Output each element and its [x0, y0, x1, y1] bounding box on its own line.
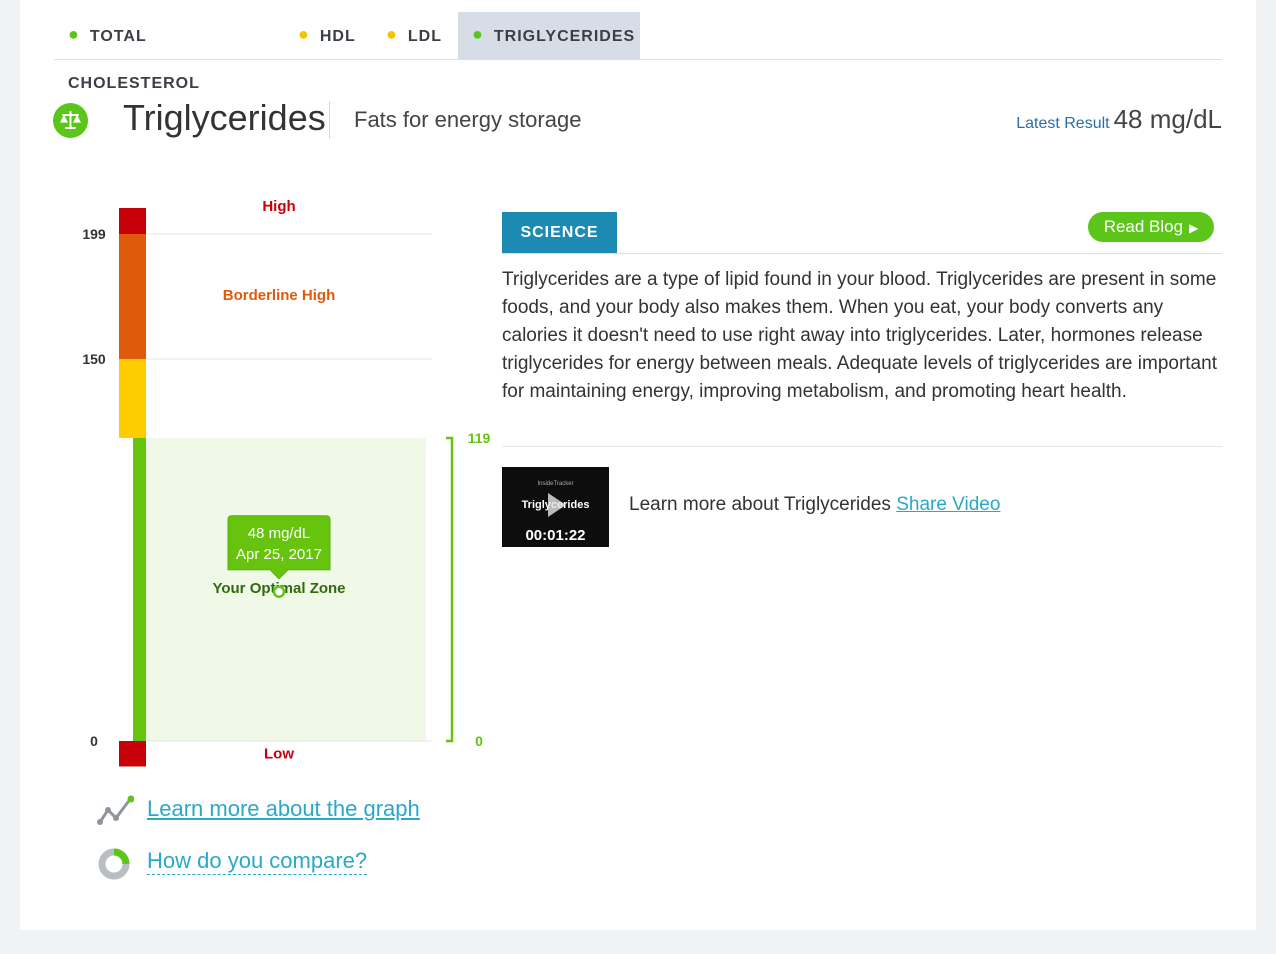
line-graph-icon	[97, 795, 134, 825]
divider	[502, 253, 1222, 254]
zone-bar-segment	[119, 234, 146, 359]
optimal-zone-bar	[133, 437, 146, 741]
main-card: ● TOTAL CHOLESTEROL ● HDL ● LDL ● TRIGLYCERI…	[20, 0, 1256, 930]
tab-label: TOTAL CHOLESTEROL	[68, 28, 200, 92]
tab-science[interactable]: SCIENCE	[502, 212, 617, 253]
compare-link[interactable]: How do you compare?	[147, 848, 368, 875]
axis-tick-label: 199	[82, 226, 106, 242]
share-video-link[interactable]: Share Video	[896, 494, 1000, 515]
tab-triglycerides[interactable]: ● TRIGLYCERIDES	[458, 12, 640, 59]
tab-label: TRIGLYCERIDES	[493, 28, 636, 45]
tab-total-cholesterol[interactable]: ● TOTAL CHOLESTEROL	[54, 12, 280, 92]
zone-label: Borderline High	[223, 287, 336, 304]
video-thumbnail[interactable]: InsideTracker Triglycerides 00:01:22	[502, 467, 609, 547]
zone-bar-segment	[119, 359, 146, 438]
zone-label: Low	[264, 746, 294, 763]
read-blog-label: Read Blog	[1103, 217, 1184, 236]
divider	[329, 101, 330, 139]
result-tooltip-value: 48 mg/dL	[248, 525, 311, 542]
status-dot: ●	[68, 24, 80, 44]
status-dot: ●	[386, 24, 398, 44]
optimal-range-tick: 119	[468, 430, 490, 446]
video-brand: InsideTracker	[537, 481, 574, 487]
divider	[502, 446, 1222, 447]
axis-tick-label: 150	[82, 351, 106, 367]
status-dot: ●	[472, 24, 484, 44]
tab-ldl[interactable]: ● LDL	[372, 12, 452, 59]
status-dot: ●	[298, 24, 310, 44]
latest-result: Latest Result 48 mg/dL	[1016, 104, 1222, 135]
axis-tick-label: 0	[90, 733, 98, 749]
video-duration: 00:01:22	[525, 527, 586, 544]
zone-label: High	[262, 198, 295, 215]
video-caption: Learn more about Triglycerides Share Vid…	[629, 494, 1000, 516]
optimal-range-bracket	[446, 436, 454, 743]
balance-scale-icon	[53, 103, 88, 138]
learn-graph-link[interactable]: Learn more about the graph	[147, 796, 420, 822]
read-blog-button[interactable]: Read Blog ▶	[1088, 212, 1214, 242]
video-caption-text: Learn more about Triglycerides	[629, 494, 891, 515]
result-marker	[272, 585, 286, 599]
zone-bar-segment	[119, 208, 146, 234]
range-gauge-chart: 1991500HighBorderline HighLowYour Optima…	[82, 198, 490, 767]
result-tooltip-date: Apr 25, 2017	[236, 546, 322, 563]
tab-hdl[interactable]: ● HDL	[284, 12, 364, 59]
tab-label: HDL	[319, 28, 356, 45]
latest-result-value: 48 mg/dL	[1113, 104, 1222, 134]
play-icon	[548, 493, 566, 517]
page-title: Triglycerides	[123, 97, 326, 138]
zone-bar-segment	[119, 741, 146, 767]
tab-bar: ● TOTAL CHOLESTEROL ● HDL ● LDL ● TRIGLYCERI…	[54, 12, 1222, 92]
latest-result-label: Latest Result	[1016, 115, 1110, 132]
page-subtitle: Fats for energy storage	[354, 107, 582, 132]
science-description: Triglycerides are a type of lipid found …	[502, 269, 1217, 402]
caret-right-icon: ▶	[1189, 221, 1199, 235]
tab-label: LDL	[407, 28, 442, 45]
comparison-donut-icon	[98, 848, 130, 880]
optimal-range-tick: 0	[475, 733, 483, 749]
